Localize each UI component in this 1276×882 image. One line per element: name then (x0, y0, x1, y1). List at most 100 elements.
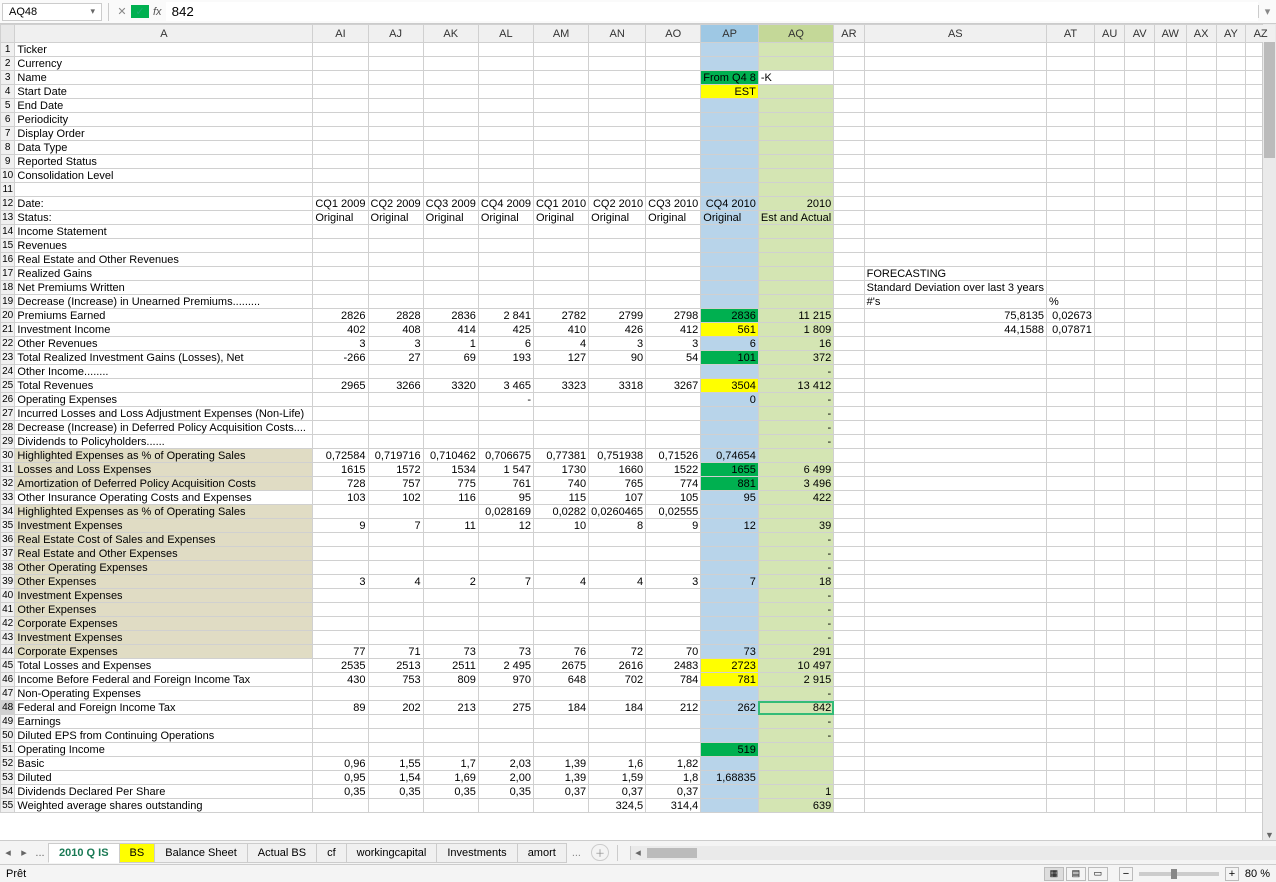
cell-AJ46[interactable]: 753 (368, 673, 423, 687)
row-header-5[interactable]: 5 (1, 99, 15, 113)
cell-AT52[interactable] (1046, 757, 1094, 771)
cell-AL7[interactable] (478, 127, 533, 141)
cell-AX39[interactable] (1186, 575, 1216, 589)
cell-AW21[interactable] (1154, 323, 1186, 337)
cell-AN7[interactable] (589, 127, 646, 141)
cell-AN13[interactable]: Original (589, 211, 646, 225)
cell-AO11[interactable] (646, 183, 701, 197)
cell-AS5[interactable] (864, 99, 1046, 113)
cell-A52[interactable]: Basic (15, 757, 313, 771)
cell-A21[interactable]: Investment Income (15, 323, 313, 337)
cell-AW24[interactable] (1154, 365, 1186, 379)
cell-AI9[interactable] (313, 155, 368, 169)
cell-AU35[interactable] (1094, 519, 1124, 533)
cell-AP8[interactable] (701, 141, 759, 155)
cell-AN6[interactable] (589, 113, 646, 127)
cell-AI29[interactable] (313, 435, 368, 449)
cell-AW9[interactable] (1154, 155, 1186, 169)
row-header-23[interactable]: 23 (1, 351, 15, 365)
cell-AM48[interactable]: 184 (533, 701, 588, 715)
cell-AI25[interactable]: 2965 (313, 379, 368, 393)
cell-AU45[interactable] (1094, 659, 1124, 673)
cell-AR49[interactable] (834, 715, 864, 729)
cell-AT15[interactable] (1046, 239, 1094, 253)
cell-AO16[interactable] (646, 253, 701, 267)
cell-AW52[interactable] (1154, 757, 1186, 771)
cell-AS55[interactable] (864, 799, 1046, 813)
cell-AW18[interactable] (1154, 281, 1186, 295)
cell-A45[interactable]: Total Losses and Expenses (15, 659, 313, 673)
cell-AL32[interactable]: 761 (478, 477, 533, 491)
tab-balance-sheet[interactable]: Balance Sheet (154, 843, 248, 863)
cell-AJ51[interactable] (368, 743, 423, 757)
cell-AL26[interactable]: - (478, 393, 533, 407)
cell-AM15[interactable] (533, 239, 588, 253)
cell-AO21[interactable]: 412 (646, 323, 701, 337)
cell-AJ11[interactable] (368, 183, 423, 197)
cell-AP7[interactable] (701, 127, 759, 141)
cell-AO44[interactable]: 70 (646, 645, 701, 659)
cell-AQ31[interactable]: 6 499 (758, 463, 833, 477)
cell-AQ37[interactable]: - (758, 547, 833, 561)
tab-amort[interactable]: amort (517, 843, 567, 863)
cell-AW2[interactable] (1154, 57, 1186, 71)
cell-AL10[interactable] (478, 169, 533, 183)
column-header-AM[interactable]: AM (533, 25, 588, 43)
cell-AW45[interactable] (1154, 659, 1186, 673)
cell-AP50[interactable] (701, 729, 759, 743)
cell-AQ8[interactable] (758, 141, 833, 155)
cell-AL16[interactable] (478, 253, 533, 267)
cell-AW15[interactable] (1154, 239, 1186, 253)
cell-AW55[interactable] (1154, 799, 1186, 813)
cell-AY47[interactable] (1216, 687, 1246, 701)
cell-AK22[interactable]: 1 (423, 337, 478, 351)
cell-AJ41[interactable] (368, 603, 423, 617)
cell-AL43[interactable] (478, 631, 533, 645)
cell-AN23[interactable]: 90 (589, 351, 646, 365)
cell-AX1[interactable] (1186, 43, 1216, 57)
cell-AO31[interactable]: 1522 (646, 463, 701, 477)
cell-AQ26[interactable]: - (758, 393, 833, 407)
cell-AN3[interactable] (589, 71, 646, 85)
cell-AO48[interactable]: 212 (646, 701, 701, 715)
sheet-grid[interactable]: AAIAJAKALAMANAOAPAQARASATAUAVAWAXAYAZ1Ti… (0, 24, 1276, 824)
cell-AW8[interactable] (1154, 141, 1186, 155)
row-header-32[interactable]: 32 (1, 477, 15, 491)
row-header-24[interactable]: 24 (1, 365, 15, 379)
cell-AV35[interactable] (1125, 519, 1155, 533)
cell-AW26[interactable] (1154, 393, 1186, 407)
cell-AI22[interactable]: 3 (313, 337, 368, 351)
column-header-AJ[interactable]: AJ (368, 25, 423, 43)
cell-AW5[interactable] (1154, 99, 1186, 113)
cell-AR19[interactable] (834, 295, 864, 309)
cell-AX18[interactable] (1186, 281, 1216, 295)
cell-AU48[interactable] (1094, 701, 1124, 715)
row-header-25[interactable]: 25 (1, 379, 15, 393)
cell-AI15[interactable] (313, 239, 368, 253)
cell-AL20[interactable]: 2 841 (478, 309, 533, 323)
cell-AN52[interactable]: 1,6 (589, 757, 646, 771)
cell-AX48[interactable] (1186, 701, 1216, 715)
cell-AO13[interactable]: Original (646, 211, 701, 225)
cell-AO18[interactable] (646, 281, 701, 295)
cell-AS45[interactable] (864, 659, 1046, 673)
cell-AX49[interactable] (1186, 715, 1216, 729)
cell-AU24[interactable] (1094, 365, 1124, 379)
cell-AV51[interactable] (1125, 743, 1155, 757)
column-header-AU[interactable]: AU (1094, 25, 1124, 43)
cell-A20[interactable]: Premiums Earned (15, 309, 313, 323)
cell-AU25[interactable] (1094, 379, 1124, 393)
cell-AQ32[interactable]: 3 496 (758, 477, 833, 491)
cell-AN47[interactable] (589, 687, 646, 701)
cell-AO41[interactable] (646, 603, 701, 617)
cell-AR15[interactable] (834, 239, 864, 253)
cell-AP48[interactable]: 262 (701, 701, 759, 715)
cell-AU11[interactable] (1094, 183, 1124, 197)
cell-AK29[interactable] (423, 435, 478, 449)
row-header-43[interactable]: 43 (1, 631, 15, 645)
cell-AP10[interactable] (701, 169, 759, 183)
row-header-12[interactable]: 12 (1, 197, 15, 211)
cell-AL29[interactable] (478, 435, 533, 449)
cell-AM20[interactable]: 2782 (533, 309, 588, 323)
cell-AY54[interactable] (1216, 785, 1246, 799)
